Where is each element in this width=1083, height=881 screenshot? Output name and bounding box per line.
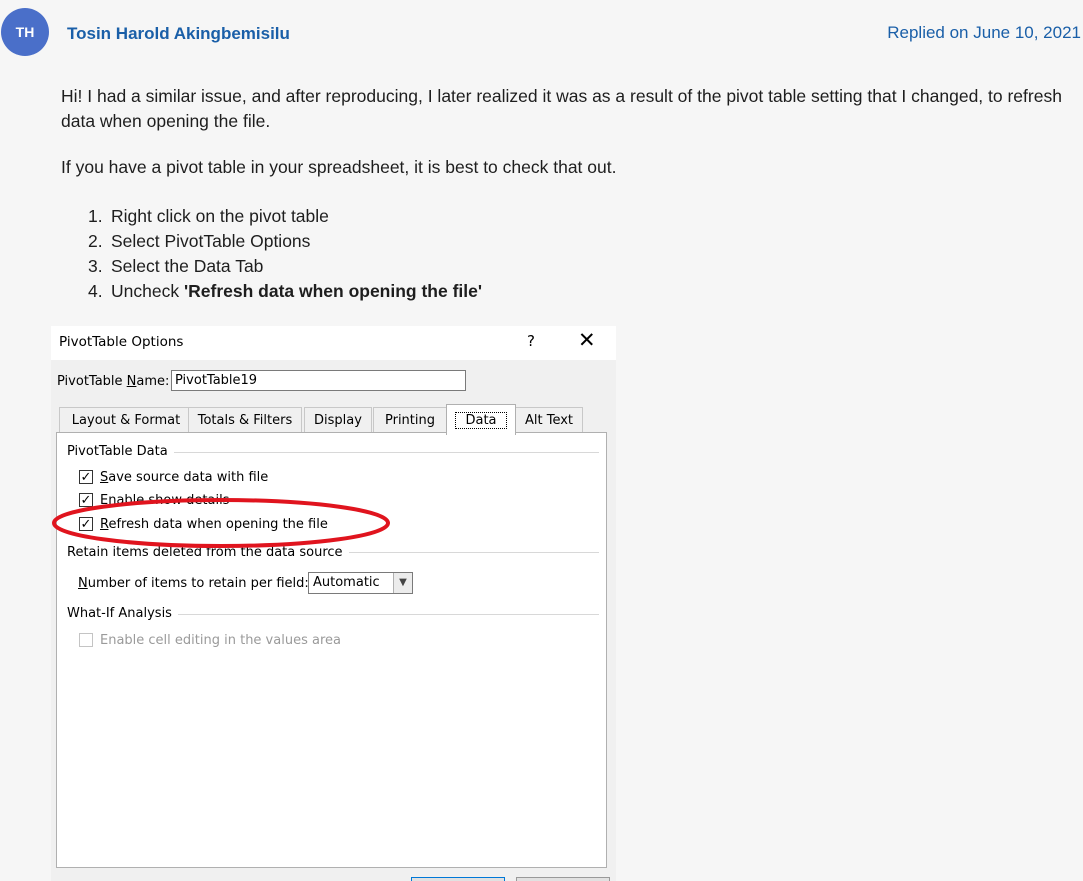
select-value: Automatic <box>313 575 380 590</box>
tab-alt-text: Alt Text <box>515 407 583 433</box>
step-text: Select PivotTable Options <box>111 231 311 251</box>
enable-cell-editing-label: Enable cell editing in the values area <box>100 633 341 648</box>
steps-list: 1. Right click on the pivot table 2. Selec… <box>88 204 482 304</box>
tab-printing: Printing <box>373 407 447 433</box>
cancel-button-edge <box>516 877 610 881</box>
pivottable-name-field: PivotTable19 <box>171 370 466 391</box>
list-item: 3. Select the Data Tab <box>88 254 482 279</box>
author-name-link[interactable]: Tosin Harold Akingbemisilu <box>67 24 290 44</box>
refresh-on-open-label: Refresh data when opening the file <box>100 517 328 532</box>
label-text: ame: <box>136 374 170 389</box>
label-text: Enable show details <box>100 493 230 508</box>
ok-button-edge <box>411 877 505 881</box>
divider <box>169 452 599 453</box>
enable-cell-editing-checkbox <box>79 633 93 647</box>
tab-label: Printing <box>384 413 435 428</box>
tab-label: Layout & Format <box>71 413 181 428</box>
dialog-titlebar: PivotTable Options ? ✕ <box>51 326 616 360</box>
step-number: 3. <box>88 256 103 276</box>
tab-display: Display <box>304 407 372 433</box>
close-icon: ✕ <box>578 328 596 352</box>
enable-show-details-checkbox: ✓ <box>79 493 93 508</box>
reply-paragraph-2: If you have a pivot table in your spread… <box>61 157 617 177</box>
list-item: 2. Select PivotTable Options <box>88 229 482 254</box>
pivottable-options-screenshot: PivotTable Options ? ✕ PivotTable Name: … <box>51 326 616 881</box>
step-emphasis: 'Refresh data when opening the file' <box>183 281 483 301</box>
chevron-down-icon: ▼ <box>393 573 412 593</box>
label-text: PivotTable <box>57 374 127 389</box>
tab-totals-filters: Totals & Filters <box>188 407 302 433</box>
step-number: 2. <box>88 231 103 251</box>
tab-layout-format: Layout & Format <box>59 407 193 433</box>
step-text: Uncheck <box>111 281 184 301</box>
tab-label: Data <box>455 411 507 429</box>
group-what-if: What-If Analysis <box>67 606 178 621</box>
list-item: 1. Right click on the pivot table <box>88 204 482 229</box>
label-text: efresh data when opening the file <box>108 517 328 532</box>
step-text: Right click on the pivot table <box>111 206 329 226</box>
step-number: 1. <box>88 206 103 226</box>
divider <box>177 614 599 615</box>
save-source-checkbox: ✓ <box>79 470 93 485</box>
list-item: 4. Uncheck 'Refresh data when opening the… <box>88 279 482 304</box>
retain-items-select: Automatic ▼ <box>308 572 413 594</box>
label-text: ave source data with file <box>108 470 269 485</box>
data-tab-panel: PivotTable Data ✓ Save source data with … <box>56 432 607 868</box>
reply-paragraph-1: Hi! I had a similar issue, and after rep… <box>61 86 1062 131</box>
divider <box>342 552 599 553</box>
pivottable-name-label: PivotTable Name: <box>57 374 169 389</box>
retain-items-label: Number of items to retain per field: <box>78 576 309 591</box>
tab-label: Display <box>314 413 362 428</box>
label-accelerator: N <box>126 374 137 389</box>
label-accelerator: N <box>78 576 88 591</box>
tab-label: Totals & Filters <box>197 413 293 428</box>
group-pivottable-data: PivotTable Data <box>67 444 174 459</box>
group-retain-items: Retain items deleted from the data sourc… <box>67 545 349 560</box>
label-text: umber of items to retain per field: <box>87 576 309 591</box>
step-number: 4. <box>88 281 103 301</box>
help-icon: ? <box>527 332 535 350</box>
tab-data: Data <box>446 404 516 435</box>
refresh-on-open-checkbox: ✓ <box>79 517 93 532</box>
tab-label: Alt Text <box>524 413 574 428</box>
enable-show-details-label: Enable show details <box>100 493 229 508</box>
author-avatar[interactable]: TH <box>1 8 49 56</box>
reply-date-link[interactable]: Replied on June 10, 2021 <box>887 23 1081 43</box>
dialog-title: PivotTable Options <box>59 334 184 350</box>
step-text: Select the Data Tab <box>111 256 264 276</box>
save-source-label: Save source data with file <box>100 470 268 485</box>
